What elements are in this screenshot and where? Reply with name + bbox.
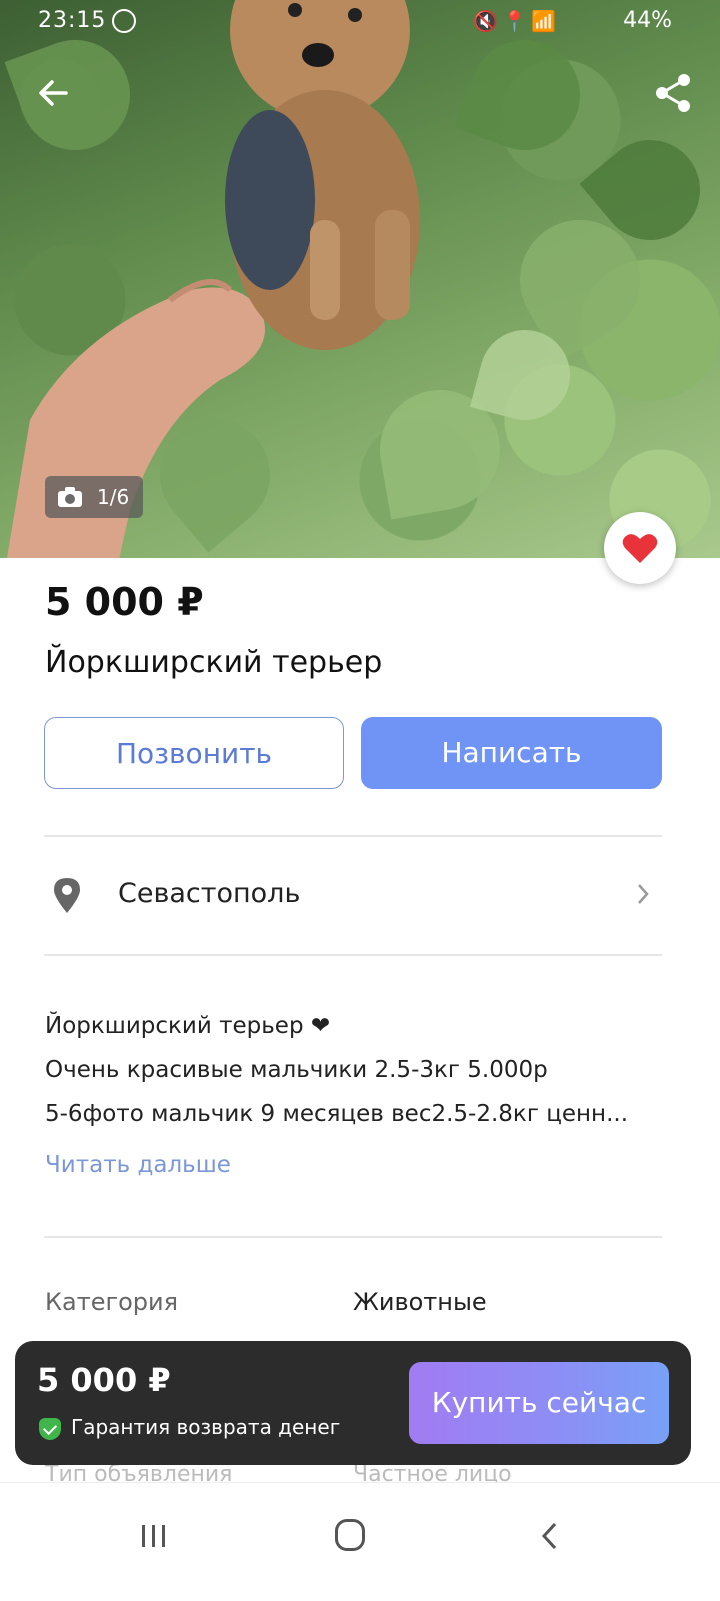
nav-back-icon[interactable]: [540, 1521, 558, 1551]
back-arrow-icon[interactable]: [36, 76, 70, 110]
heart-icon: [622, 534, 658, 563]
buy-panel: 5 000 ₽ Гарантия возврата денег Купить с…: [15, 1341, 691, 1465]
status-bar: 23:15 🔇📍📶 44%: [0, 0, 720, 40]
system-nav-bar: [0, 1482, 720, 1601]
battery-level: 44%: [623, 8, 672, 33]
favorite-button[interactable]: [604, 512, 676, 584]
location-city: Севастополь: [118, 878, 301, 909]
buy-panel-price: 5 000 ₽: [37, 1361, 171, 1399]
recent-apps-icon[interactable]: [140, 1523, 168, 1549]
description-line: Йоркширский терьер ❤: [45, 1013, 331, 1039]
read-more-link[interactable]: Читать дальше: [45, 1152, 231, 1178]
buy-now-button[interactable]: Купить сейчас: [409, 1362, 669, 1444]
property-label: Категория: [45, 1288, 179, 1316]
status-time: 23:15: [38, 8, 107, 33]
description: Йоркширский терьер ❤ Очень красивые маль…: [45, 1004, 665, 1136]
share-icon[interactable]: [652, 72, 694, 114]
status-icons: 🔇📍📶: [473, 9, 560, 33]
description-line: 5-6фото мальчик 9 месяцев вес2.5-2.8кг ц…: [45, 1101, 629, 1127]
whatsapp-icon: [112, 9, 136, 33]
description-line: Очень красивые мальчики 2.5-3кг 5.000р: [45, 1057, 548, 1083]
listing-photo[interactable]: 23:15 🔇📍📶 44% 1/6: [0, 0, 720, 558]
dog-image: [225, 0, 420, 350]
listing-title: Йоркширский терьер: [45, 645, 383, 680]
home-icon[interactable]: [335, 1519, 365, 1551]
chevron-right-icon: [638, 884, 649, 904]
call-button[interactable]: Позвонить: [44, 717, 344, 789]
divider: [44, 1236, 662, 1238]
shield-check-icon: [39, 1417, 61, 1440]
photo-counter-text: 1/6: [97, 485, 130, 509]
location-row[interactable]: Севастополь: [44, 838, 662, 954]
listing-price: 5 000 ₽: [45, 580, 204, 624]
location-pin-icon: [54, 878, 80, 913]
money-back-guarantee: Гарантия возврата денег: [39, 1415, 340, 1440]
guarantee-text: Гарантия возврата денег: [71, 1415, 341, 1439]
divider: [44, 954, 662, 956]
divider: [44, 835, 662, 837]
write-message-button[interactable]: Написать: [361, 717, 662, 789]
photo-counter: 1/6: [45, 476, 143, 518]
camera-icon: [58, 487, 82, 507]
property-value: Животные: [353, 1288, 487, 1316]
